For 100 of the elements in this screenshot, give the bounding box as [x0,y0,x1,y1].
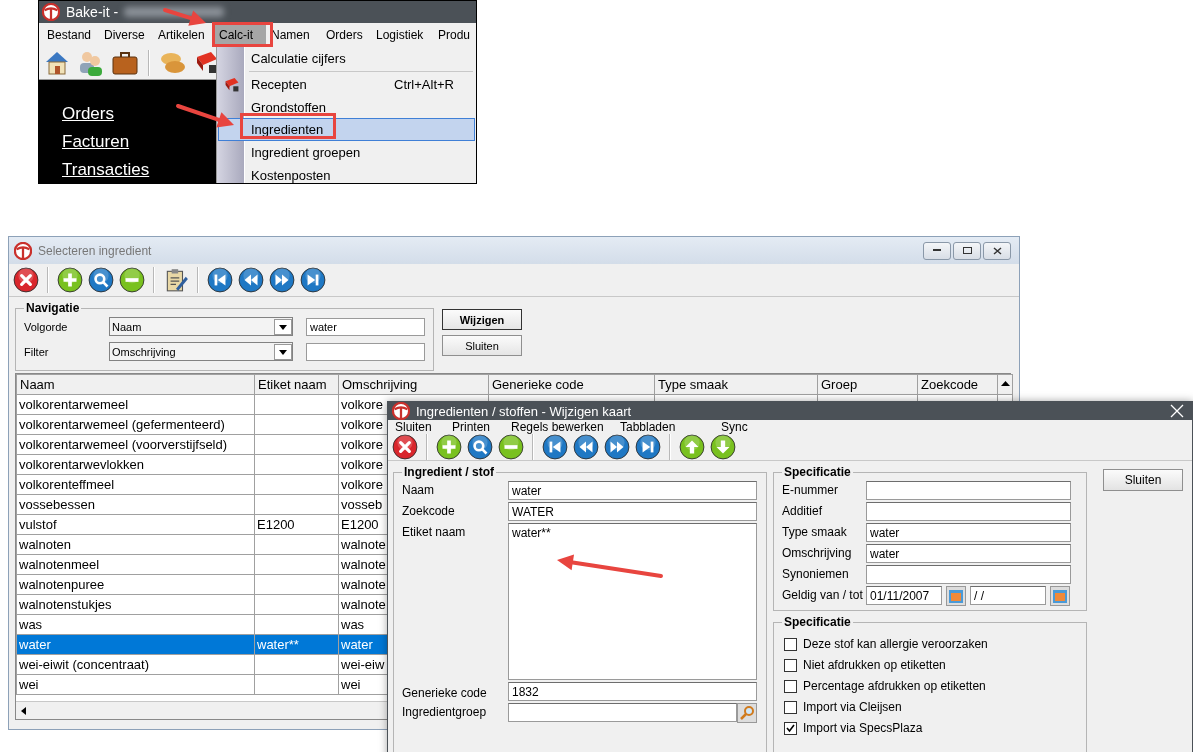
fast-forward-icon[interactable] [269,267,295,293]
input-field[interactable]: water [866,523,1071,542]
input-field[interactable]: 1832 [508,682,757,701]
calendar-icon [948,588,964,604]
window-title: Selecteren ingredient [38,243,153,258]
search-icon[interactable] [467,434,493,460]
column-header[interactable]: Type smaak [654,374,818,395]
date-field[interactable]: 01/11/2007 [866,586,942,605]
close-button[interactable] [983,241,1011,260]
input-field[interactable]: water [306,317,425,336]
checkbox-label: Import via Cleijsen [803,700,902,714]
input-field[interactable] [306,342,425,361]
menu-item[interactable]: Grondstoffen [218,95,475,119]
field-label: Geldig van / tot [782,587,864,602]
input-field[interactable]: water [508,481,757,500]
text-area[interactable]: water** [508,523,757,680]
menu-item[interactable]: Sluiten [390,420,447,434]
calendar-icon [1052,588,1068,604]
arrow-down-icon[interactable] [710,434,736,460]
table-cell: volkorenteffmeel [16,474,255,495]
menu-item[interactable]: Tabbladen [615,420,716,434]
close-button[interactable]: Sluiten [1103,469,1183,491]
skip-start-icon[interactable] [542,434,568,460]
dialog-button[interactable]: Wijzigen [442,309,522,330]
table-cell: was [16,614,255,635]
field-label: Volgorde [24,320,69,333]
rewind-icon[interactable] [573,434,599,460]
skip-end-icon[interactable] [635,434,661,460]
checkbox[interactable] [784,721,797,735]
table-cell: walnotenstukjes [16,594,255,615]
menu-item[interactable]: Ingredient groepen [218,141,475,165]
skip-end-icon[interactable] [300,267,326,293]
menu-item[interactable]: Bestand [42,24,99,45]
table-cell: wei [16,674,255,695]
table-cell: walnotenmeel [16,554,255,575]
input-field[interactable] [508,703,737,722]
add-icon[interactable] [57,267,83,293]
group-title: Navigatie [25,301,81,315]
remove-icon[interactable] [498,434,524,460]
menu-item[interactable]: Produ [433,24,467,45]
column-header[interactable]: Generieke code [488,374,655,395]
lookup-button[interactable] [737,703,757,723]
close-icon[interactable] [13,267,39,293]
checkbox-label: Deze stof kan allergie veroorzaken [803,637,988,651]
book-icon[interactable] [223,75,241,94]
select-field[interactable]: Naam [109,317,293,336]
close-icon[interactable] [392,434,418,460]
field-label: Naam [402,482,435,497]
input-field[interactable]: WATER [508,502,757,521]
table-cell: wei-eiwit (concentraat) [16,654,255,675]
date-field[interactable]: / / [970,586,1046,605]
field-label: Ingredientgroep [402,704,488,719]
checkbox[interactable] [784,637,797,651]
menu-item[interactable]: Recepten Ctrl+Alt+R [218,72,475,96]
checkbox[interactable] [784,679,797,693]
table-cell: volkorentarwemeel (gefermenteerd) [16,414,255,435]
table-cell: water [16,634,255,655]
checkbox[interactable] [784,658,797,672]
caret-icon [274,318,292,335]
highlight-box [212,22,273,47]
annotation-arrow [163,8,206,26]
menu-item[interactable]: Sync [716,420,781,434]
fast-forward-icon[interactable] [604,434,630,460]
table-cell: volkorentarwevlokken [16,454,255,475]
column-header[interactable]: Naam [16,374,255,395]
menu-item[interactable]: Logistiek [371,24,433,45]
app-logo-icon [392,402,410,420]
remove-icon[interactable] [119,267,145,293]
input-field[interactable] [866,502,1071,521]
dialog-button[interactable]: Sluiten [442,335,522,356]
input-field[interactable] [866,481,1071,500]
menu-item[interactable]: Orders [321,24,371,45]
search-icon [739,705,755,721]
close-icon [992,246,1002,255]
search-icon[interactable] [88,267,114,293]
menu-item[interactable]: Diverse [99,24,153,45]
field-label: Synoniemen [782,566,850,581]
checkbox-label: Percentage afdrukken op etiketten [803,679,986,693]
arrow-up-icon[interactable] [679,434,705,460]
table-cell: walnoten [16,534,255,555]
column-header[interactable]: Zoekcode [917,374,998,395]
rewind-icon[interactable] [238,267,264,293]
skip-start-icon[interactable] [207,267,233,293]
menu-item[interactable]: Artikelen [153,24,214,45]
menu-item[interactable]: Regels bewerken [506,420,615,434]
column-header[interactable]: Groep [817,374,918,395]
input-field[interactable] [866,565,1071,584]
menu-item[interactable]: Ingredienten [218,118,475,142]
menu-item[interactable]: Kostenposten [218,164,475,183]
input-field[interactable]: water [866,544,1071,563]
field-label: Type smaak [782,524,848,539]
column-header[interactable]: Etiket naam [254,374,339,395]
maximize-button[interactable] [953,241,981,260]
add-icon[interactable] [436,434,462,460]
checkbox-label: Niet afdrukken op etiketten [803,658,946,672]
checkbox[interactable] [784,700,797,714]
select-field[interactable]: Omschrijving [109,342,293,361]
column-header[interactable]: Omschrijving [338,374,489,395]
minimize-button[interactable] [923,241,951,260]
table-cell: walnotenpuree [16,574,255,595]
